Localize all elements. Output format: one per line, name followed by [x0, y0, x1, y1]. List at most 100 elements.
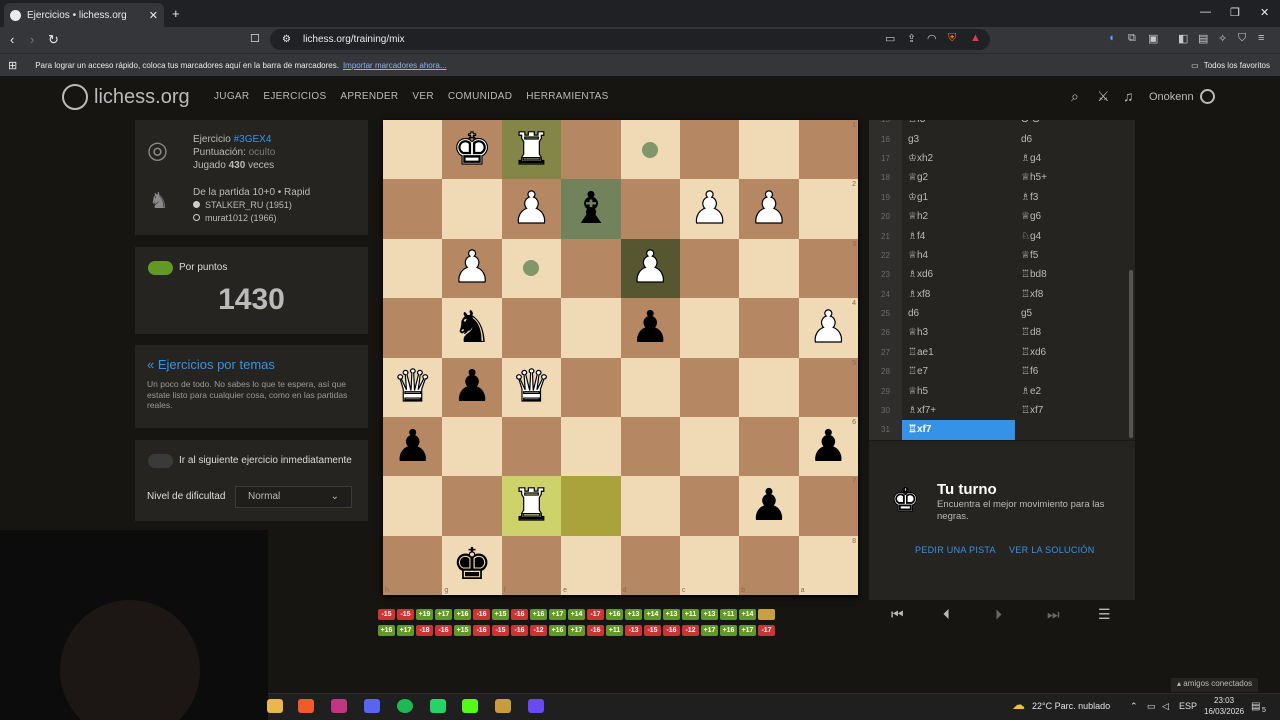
leo-icon[interactable]: ◖ [1108, 32, 1115, 44]
black-pawn-icon[interactable]: ♟ [630, 305, 669, 350]
square-c5[interactable] [679, 357, 740, 417]
square-c7[interactable] [679, 476, 740, 536]
eval-chip[interactable]: +17 [397, 625, 414, 636]
rss-icon[interactable]: ◠ [927, 32, 937, 45]
square-d7[interactable] [620, 476, 680, 536]
notification-icon[interactable]: ▤ [1251, 701, 1260, 712]
black-king-icon[interactable]: ♚ [452, 543, 491, 587]
square-h7[interactable] [383, 476, 443, 536]
apps-icon[interactable]: ⊞ [8, 59, 17, 72]
white-pawn-icon[interactable]: ♟ [511, 186, 552, 231]
black-move[interactable]: ♕g6 [1015, 207, 1128, 226]
nav-learn[interactable]: APRENDER [340, 91, 398, 102]
eval-chip[interactable]: +11 [720, 609, 737, 620]
square-e3[interactable] [561, 238, 621, 299]
chess-board[interactable]: ♚ ♜ 1 ♟ ♝ ♟ ♟ 2 ♟ ♟ 3 ♞ ♟ 4 ♟ ♛ ♟ ♛ 5 ♟ 6 ♟ ♜ ♟ 7 h g ♚ f e d c b 8 a [383, 120, 858, 595]
black-move[interactable]: ♘g4 [1015, 226, 1128, 245]
black-move[interactable]: ♖xf8 [1015, 285, 1128, 304]
square-f4[interactable] [501, 298, 562, 358]
black-move[interactable]: ♕f5 [1015, 246, 1128, 265]
move-hint-dot[interactable] [523, 260, 540, 277]
eval-chip[interactable]: -16 [473, 609, 490, 620]
white-pawn-icon[interactable]: ♟ [689, 186, 730, 231]
eval-chip[interactable]: -16 [511, 609, 528, 620]
square-h3[interactable] [383, 238, 443, 299]
square-f7[interactable]: ♜ [501, 476, 562, 536]
tray-chevron-icon[interactable]: ⌃ [1130, 701, 1138, 712]
close-tab-icon[interactable]: ✕ [149, 9, 158, 22]
white-move[interactable]: ♗xd6 [902, 265, 1015, 284]
white-pawn-icon[interactable]: ♟ [452, 245, 493, 290]
square-a7[interactable]: 7 [798, 476, 858, 536]
instagram-icon[interactable] [331, 699, 347, 713]
square-f2[interactable]: ♟ [501, 179, 562, 239]
square-b7[interactable]: ♟ [739, 476, 799, 536]
eval-chip[interactable]: +13 [625, 609, 642, 620]
view-solution-button[interactable]: VER LA SOLUCIÓN [1009, 545, 1095, 555]
ai-icon[interactable]: ✧ [1218, 32, 1227, 45]
eval-chip[interactable]: +17 [701, 625, 718, 636]
white-move[interactable]: d6 [902, 304, 1015, 323]
square-d2[interactable] [620, 179, 680, 239]
eval-chip[interactable]: -16 [473, 625, 490, 636]
file-explorer-icon[interactable] [267, 699, 283, 713]
square-h8[interactable]: h [383, 535, 443, 595]
white-pawn-icon[interactable]: ♟ [749, 186, 790, 231]
eval-chip[interactable]: -15 [492, 625, 509, 636]
white-move[interactable]: ♖f3 [902, 120, 1015, 129]
square-c6[interactable] [679, 416, 740, 477]
square-d3[interactable]: ♟ [620, 238, 680, 299]
close-window-icon[interactable]: ✕ [1260, 6, 1269, 19]
challenge-icon[interactable]: ⚔ [1097, 88, 1110, 105]
square-g2[interactable] [442, 179, 502, 239]
cast-icon[interactable]: ▭ [885, 32, 895, 45]
rated-toggle[interactable] [148, 261, 173, 275]
move-list-scrollbar[interactable] [1129, 270, 1133, 438]
square-f3[interactable] [501, 238, 562, 299]
all-favorites[interactable]: Todos los favoritos [1204, 61, 1270, 70]
square-e7[interactable] [561, 476, 621, 536]
black-move[interactable]: g5 [1015, 304, 1128, 323]
eval-chip[interactable]: -16 [587, 625, 604, 636]
system-clock[interactable]: 23:03 16/03/2026 [1204, 695, 1244, 717]
square-e6[interactable] [561, 416, 621, 477]
minimize-icon[interactable]: — [1200, 6, 1211, 18]
themes-link[interactable]: « Ejercicios por temas [147, 357, 275, 372]
white-move[interactable]: ♖ae1 [902, 343, 1015, 362]
user-menu[interactable]: Onokenn [1149, 89, 1215, 104]
black-move[interactable]: O-O [1015, 120, 1128, 129]
language-indicator[interactable]: ESP [1179, 701, 1197, 711]
eval-chip[interactable]: -16 [663, 625, 680, 636]
square-c3[interactable] [679, 238, 740, 299]
square-b5[interactable] [739, 357, 799, 417]
square-a6[interactable]: 6 ♟ [798, 416, 858, 477]
lichess-logo[interactable]: lichess.org [62, 84, 190, 110]
whatsapp-icon[interactable] [430, 699, 446, 713]
square-h5[interactable]: ♛ [383, 357, 443, 417]
nav-tools[interactable]: HERRAMIENTAS [526, 91, 608, 102]
eval-chip[interactable]: -17 [587, 609, 604, 620]
eval-chip[interactable]: -12 [530, 625, 547, 636]
extensions-icon[interactable]: ⧉ [1128, 32, 1136, 45]
square-g5[interactable]: ♟ [442, 357, 502, 417]
square-b3[interactable] [739, 238, 799, 299]
eval-chip[interactable]: -15 [397, 609, 414, 620]
weather-icon[interactable]: ☁ [1012, 697, 1025, 713]
black-player[interactable]: murat1012 (1966) [205, 213, 277, 223]
square-b2[interactable]: ♟ [739, 179, 799, 239]
square-h4[interactable] [383, 298, 443, 358]
first-move-icon[interactable]: ⏮ [891, 606, 904, 623]
black-knight-icon[interactable]: ♞ [452, 305, 491, 350]
white-queen-icon[interactable]: ♛ [392, 364, 433, 409]
difficulty-select[interactable]: Normal ⌄ [235, 486, 352, 508]
eval-chip[interactable]: +14 [739, 609, 756, 620]
eval-chip[interactable]: +15 [454, 625, 471, 636]
black-pawn-icon[interactable]: ♟ [809, 424, 848, 469]
eval-chip[interactable]: +16 [720, 625, 737, 636]
menu-icon[interactable]: ≡ [1258, 32, 1264, 44]
square-d8[interactable]: d [620, 535, 680, 595]
black-move[interactable]: ♗e2 [1015, 381, 1128, 400]
square-b6[interactable] [739, 416, 799, 477]
brave-shield-icon[interactable]: ⛨ [948, 32, 956, 45]
square-h6[interactable]: ♟ [383, 416, 443, 477]
